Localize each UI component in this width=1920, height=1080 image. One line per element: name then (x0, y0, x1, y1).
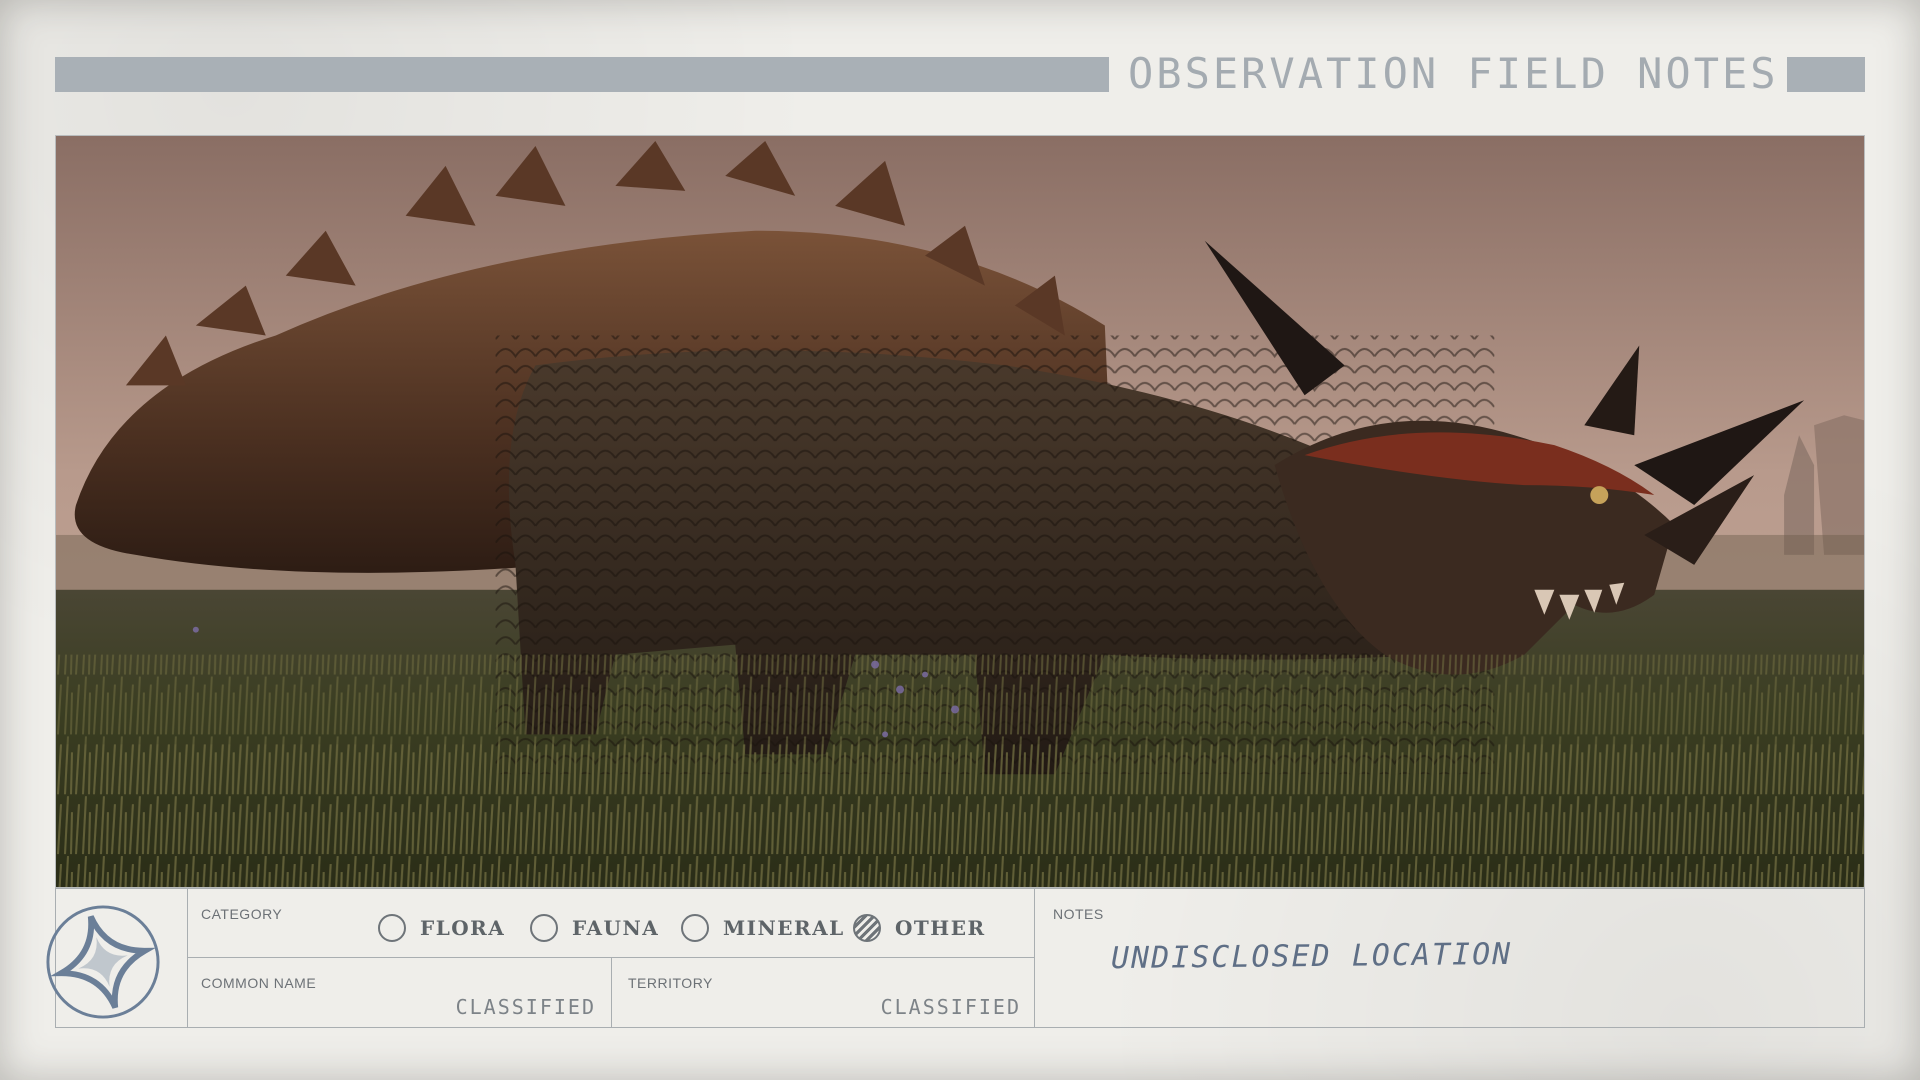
notes-label: NOTES (1053, 906, 1104, 922)
page-title: OBSERVATION FIELD NOTES (1128, 49, 1779, 98)
creature-illustration (56, 136, 1864, 887)
fauna-radio[interactable] (530, 914, 558, 942)
creature-photo (55, 135, 1865, 888)
flora-radio[interactable] (378, 914, 406, 942)
star-compass-emblem-icon (46, 905, 160, 1019)
divider-notes (1034, 889, 1035, 1027)
other-label: OTHER (895, 916, 986, 940)
divider-territory (611, 957, 612, 1027)
fauna-label: FAUNA (572, 916, 660, 940)
common-name-label: COMMON NAME (201, 975, 317, 991)
flora-label: FLORA (420, 916, 506, 940)
header-bar-left (55, 57, 1109, 92)
option-mineral[interactable]: MINERAL (681, 913, 845, 943)
territory-label: TERRITORY (628, 975, 713, 991)
field-notes-card: OBSERVATION FIELD NOTES CATEGORY FLORA F… (0, 0, 1920, 1080)
header-bar-right (1787, 57, 1865, 92)
mineral-radio[interactable] (681, 914, 709, 942)
category-label: CATEGORY (201, 906, 283, 922)
mineral-label: MINERAL (723, 916, 845, 940)
option-flora[interactable]: FLORA (378, 913, 505, 943)
emblem-cell (46, 889, 188, 1027)
territory-value: CLASSIFIED (880, 995, 1021, 1019)
option-fauna[interactable]: FAUNA (530, 913, 659, 943)
common-name-value: CLASSIFIED (455, 995, 596, 1019)
other-radio[interactable] (853, 914, 881, 942)
info-panel: CATEGORY FLORA FAUNA MINERAL OTHER COMMO… (46, 888, 1865, 1028)
notes-value: UNDISCLOSED LOCATION (1110, 936, 1513, 977)
option-other[interactable]: OTHER (853, 913, 986, 943)
